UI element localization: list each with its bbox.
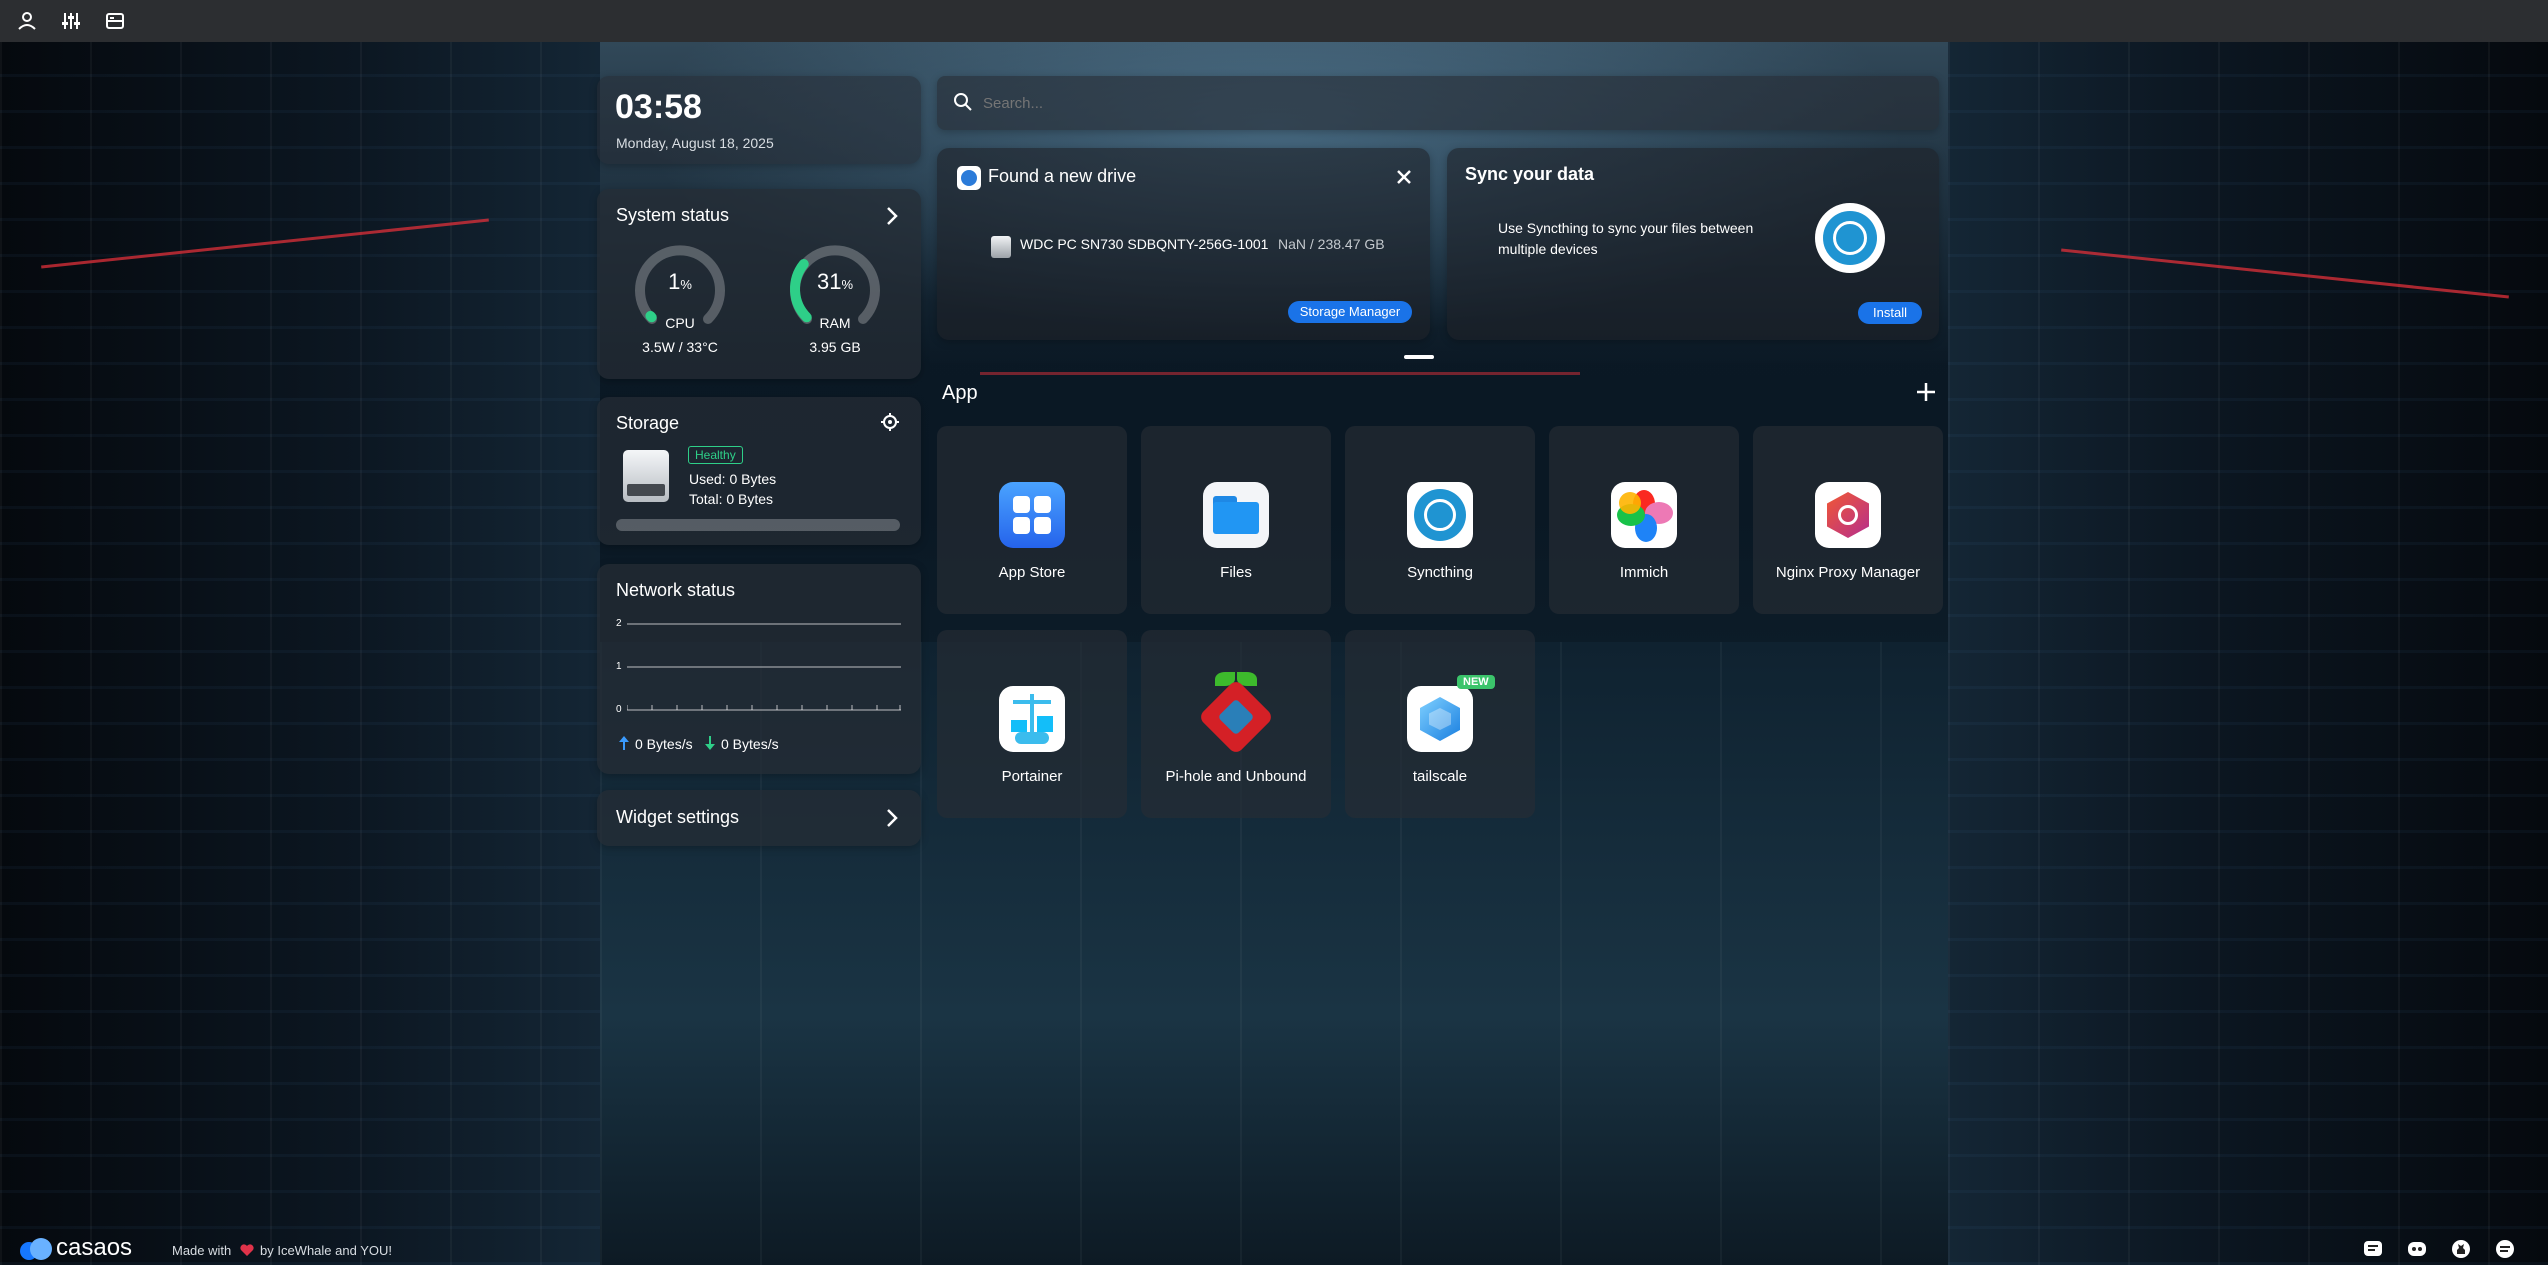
widget-settings-button[interactable]: Widget settings [597,790,921,846]
immich-icon [1611,482,1677,548]
carousel-indicator[interactable] [1404,355,1434,359]
portainer-icon [999,686,1065,752]
tailscale-icon [1407,686,1473,752]
drive-icon [991,236,1011,258]
sync-title: Sync your data [1465,164,1595,184]
app-name: Files [1220,564,1252,581]
close-icon[interactable] [1395,168,1413,186]
network-y-tick-1: 1 [616,661,622,672]
app-name: App Store [998,564,1066,581]
storage-widget: Storage Healthy Used: 0 Bytes Total: 0 B… [597,397,921,545]
network-chart [627,623,901,711]
clock-widget: 03:58 Monday, August 18, 2025 [597,76,921,164]
sync-text: Use Syncthing to sync your files between… [1498,220,1754,257]
app-name: tailscale [1412,768,1468,785]
sync-notice: Sync your data Use Syncthing to sync you… [1447,148,1939,340]
install-button[interactable]: Install [1858,302,1922,324]
new-drive-notice: Found a new drive WDC PC SN730 SDBQNTY-2… [937,148,1430,340]
cpu-unit: % [680,277,692,292]
pihole-icon [1197,672,1275,756]
app-tile-portainer[interactable]: Portainer [937,630,1127,818]
app-tile-syncthing[interactable]: Syncthing [1345,426,1535,614]
widget-settings-label: Widget settings [616,807,740,827]
app-name: Syncthing [1407,564,1473,581]
app-name: Immich [1619,564,1669,581]
drive-name: WDC PC SN730 SDBQNTY-256G-1001 [1020,236,1269,252]
github-icon[interactable] [2450,1238,2472,1260]
network-title: Network status [616,580,736,600]
chevron-right-icon [887,809,898,827]
chat-icon[interactable] [2494,1238,2516,1260]
apps-title: App [942,382,978,404]
network-y-tick-2: 2 [616,618,622,629]
ram-label: RAM [819,315,851,331]
sliders-icon[interactable] [60,10,82,32]
casaos-logo-icon [957,166,981,190]
new-drive-title: Found a new drive [988,166,1137,186]
cpu-label: CPU [665,315,695,331]
healthy-badge: Healthy [688,446,743,464]
files-icon [1203,482,1269,548]
download-speed: 0 Bytes/s [721,736,779,752]
top-bar [0,0,2548,42]
upload-arrow-icon [619,736,629,750]
system-status-widget: System status 1% CPU 3.5W / 33°C 31% RAM… [597,189,921,379]
storage-progress-bar [616,519,900,531]
app-tile-tailscale[interactable]: NEW tailscale [1345,630,1535,818]
app-name: Portainer [1001,768,1063,785]
app-tile-app-store[interactable]: App Store [937,426,1127,614]
user-icon[interactable] [16,10,38,32]
storage-manager-button[interactable]: Storage Manager [1288,301,1412,323]
discord-icon[interactable] [2406,1238,2428,1260]
cpu-value: 1 [668,269,681,294]
new-badge: NEW [1457,675,1495,689]
system-status-title: System status [616,205,730,225]
app-tile-files[interactable]: Files [1141,426,1331,614]
drive-size: NaN / 238.47 GB [1278,236,1385,252]
app-name: Nginx Proxy Manager [1775,564,1921,581]
network-y-tick-0: 0 [616,704,622,715]
storage-title: Storage [616,413,680,433]
network-widget: Network status 2 1 0 0 Bytes/s 0 Bytes/s [597,564,921,774]
app-tile-immich[interactable]: Immich [1549,426,1739,614]
storage-total: Total: 0 Bytes [689,491,774,507]
search-bar [937,76,1939,130]
feedback-icon[interactable] [2362,1238,2384,1260]
search-icon [954,93,972,111]
add-app-icon[interactable] [1916,382,1936,402]
casaos-logo [20,1236,60,1260]
app-store-icon [999,482,1065,548]
ram-unit: % [841,277,854,292]
syncthing-icon [1407,482,1473,548]
ram-detail: 3.95 GB [809,339,861,355]
brand-name: casaos [56,1234,133,1261]
heart-icon [240,1244,254,1256]
download-arrow-icon [705,736,715,750]
clock-time: 03:58 [615,88,702,126]
storage-used: Used: 0 Bytes [689,471,777,487]
ram-value: 31 [816,269,842,294]
made-with-text: Made with [172,1243,232,1258]
footer: casaos Made with by IceWhale and YOU! [0,1232,2548,1265]
disk-icon [623,450,669,502]
nginx-proxy-manager-icon [1815,482,1881,548]
gear-icon[interactable] [879,411,901,433]
storage-icon[interactable] [104,10,126,32]
search-input[interactable] [981,88,1925,118]
syncthing-icon [1815,203,1885,273]
upload-speed: 0 Bytes/s [635,736,693,752]
cpu-detail: 3.5W / 33°C [642,339,718,355]
app-tile-nginx-proxy-manager[interactable]: Nginx Proxy Manager [1753,426,1943,614]
app-tile-pihole[interactable]: Pi-hole and Unbound [1141,630,1331,818]
clock-date: Monday, August 18, 2025 [616,135,774,151]
by-text: by IceWhale and YOU! [260,1243,392,1258]
chevron-right-icon[interactable] [883,205,901,227]
app-name: Pi-hole and Unbound [1165,768,1307,785]
